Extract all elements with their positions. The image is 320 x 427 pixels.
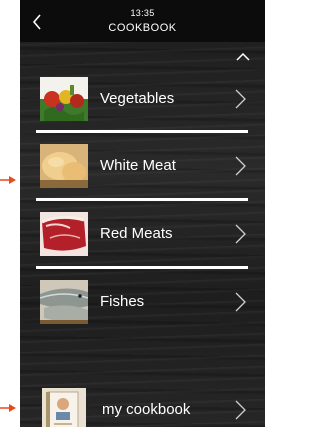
steak-photo: [40, 212, 88, 256]
vegetables-photo: [40, 77, 88, 121]
menu-item-vegetables[interactable]: Vegetables: [20, 67, 265, 131]
chevron-right-icon: [235, 156, 246, 176]
top-bar: 13:35 COOKBOOK: [20, 0, 265, 42]
chicken-photo: [40, 144, 88, 188]
menu-item-my-cookbook[interactable]: my cookbook: [20, 378, 265, 427]
menu-item-white-meat[interactable]: White Meat: [20, 134, 265, 198]
phone-screen: 13:35 COOKBOOK Vegetables White Meat Red…: [20, 0, 265, 427]
chevron-right-icon: [235, 224, 246, 244]
chevron-right-icon: [235, 89, 246, 109]
status-time: 13:35: [130, 8, 155, 18]
menu-item-red-meats[interactable]: Red Meats: [20, 202, 265, 266]
pointer-arrow-my-cookbook: [0, 404, 16, 412]
menu-item-label: my cookbook: [102, 401, 191, 418]
divider: [36, 266, 248, 269]
scroll-up-button[interactable]: [234, 50, 252, 64]
menu-item-label: Vegetables: [100, 90, 175, 107]
menu-item-label: Red Meats: [100, 225, 173, 242]
cookbook-photo: [42, 388, 86, 427]
menu-item-fishes[interactable]: Fishes: [20, 270, 265, 334]
pointer-arrow-red-meats: [0, 176, 16, 184]
divider: [36, 130, 248, 133]
chevron-up-icon: [236, 53, 250, 61]
divider: [36, 198, 248, 201]
fish-photo: [40, 280, 88, 324]
chevron-right-icon: [235, 292, 246, 312]
page-title: COOKBOOK: [108, 22, 177, 34]
menu-item-label: Fishes: [100, 293, 145, 310]
chevron-right-icon: [235, 400, 246, 420]
menu-item-label: White Meat: [100, 157, 176, 174]
